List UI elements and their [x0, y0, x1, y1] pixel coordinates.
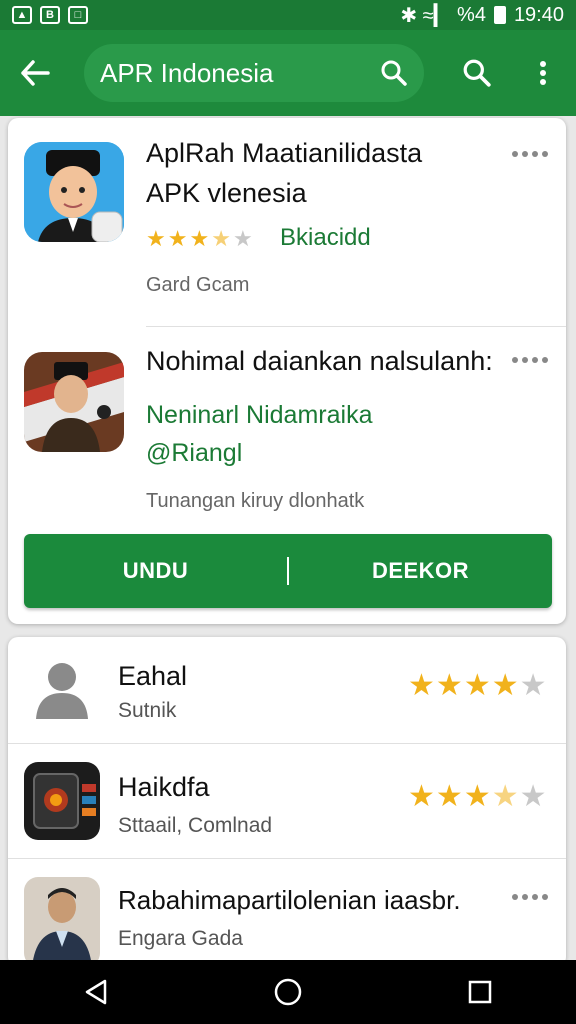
search-icon[interactable]	[380, 59, 408, 87]
more-options-button[interactable]	[510, 144, 550, 164]
star-icon: ★	[408, 780, 435, 813]
app-badge: @Riangl	[146, 439, 243, 467]
dot	[522, 894, 528, 900]
nav-home-icon	[274, 978, 302, 1006]
star-icon: ★	[189, 226, 210, 251]
dot	[542, 151, 548, 157]
app-icon[interactable]	[24, 762, 100, 840]
nav-back-icon	[85, 979, 107, 1005]
person-photo-icon	[24, 877, 100, 967]
search-input[interactable]: APR Indonesia	[84, 44, 424, 102]
app-icon[interactable]	[24, 142, 124, 242]
more-options-button[interactable]	[510, 350, 550, 370]
developer-name: Neninarl Nidamraika	[146, 401, 373, 429]
app-title: AplRah Maatianilidasta	[146, 138, 423, 168]
star-half-icon: ★	[211, 226, 231, 251]
deekor-button[interactable]: DEEKOR	[289, 558, 552, 584]
back-button[interactable]	[0, 30, 70, 116]
rating-stars: ★ ★ ★ ★ ★	[408, 671, 547, 701]
avatar[interactable]	[24, 877, 100, 967]
dot	[532, 894, 538, 900]
dot	[522, 151, 528, 157]
dot	[542, 894, 548, 900]
undu-button[interactable]: UNDU	[24, 558, 287, 584]
dot	[512, 151, 518, 157]
dot	[532, 357, 538, 363]
star-icon: ★	[519, 669, 547, 702]
app-meta: Tunangan kiruy dlonhatk	[146, 490, 365, 512]
battery-percent: %4	[457, 3, 486, 26]
list-item-subtitle: Sttaail, Comlnad	[118, 814, 273, 837]
star-icon: ★	[408, 669, 435, 702]
dot	[542, 357, 548, 363]
star-icon: ★	[232, 226, 253, 251]
person-icon	[36, 663, 88, 719]
app-icon[interactable]	[24, 352, 124, 452]
list-item[interactable]: Eahal Sutnik ★ ★ ★ ★ ★	[8, 637, 566, 743]
list-item-subtitle: Engara Gada	[118, 927, 243, 950]
app-bar: APR Indonesia	[0, 30, 576, 116]
notification-icon: ▲	[12, 6, 32, 24]
star-icon: ★	[463, 669, 491, 702]
more-vert-icon	[540, 58, 546, 88]
app-title: Nohimal daiankan nalsulanh:	[146, 346, 493, 376]
star-half-icon: ★	[491, 780, 519, 813]
list-item-title: Rabahimapartilolenian iaasbr.	[118, 885, 461, 915]
list-item[interactable]: Haikdfa Sttaail, Comlnad ★ ★ ★ ★ ★	[8, 744, 566, 858]
star-icon: ★	[435, 780, 463, 813]
star-icon: ★	[435, 669, 463, 702]
rating-stars: ★ ★ ★ ★ ★	[408, 782, 547, 812]
avatar-icon	[24, 352, 124, 452]
star-icon: ★	[491, 669, 519, 702]
dot	[512, 894, 518, 900]
system-nav-bar	[0, 960, 576, 1024]
result-item[interactable]: AplRah Maatianilidasta APK vlenesia ★ ★ …	[8, 118, 566, 326]
status-bar: ▲ B □ ✱ ≈▎ %4 19:40	[0, 0, 576, 30]
app-meta: Gard Gcam	[146, 274, 250, 296]
nav-home-button[interactable]	[258, 962, 318, 1022]
app-title-line2: APK vlenesia	[146, 178, 307, 208]
result-item[interactable]: Nohimal daiankan nalsulanh: Neninarl Nid…	[8, 326, 566, 526]
nav-back-button[interactable]	[66, 962, 126, 1022]
battery-icon	[493, 6, 506, 24]
developer-name: Bkiacidd	[280, 224, 371, 251]
rating-stars: ★ ★ ★ ★ ★	[146, 228, 253, 250]
list-item-title: Haikdfa	[118, 772, 210, 802]
overflow-menu-button[interactable]	[520, 50, 566, 96]
search-query: APR Indonesia	[100, 57, 274, 88]
back-arrow-icon	[21, 60, 50, 86]
signal-icons: ✱ ≈▎	[400, 4, 450, 27]
dot	[522, 357, 528, 363]
app-logo-icon	[24, 762, 100, 840]
star-icon: ★	[167, 226, 188, 251]
search-icon	[463, 59, 491, 87]
list-item[interactable]: Rabahimapartilolenian iaasbr. Engara Gad…	[8, 859, 566, 967]
dot	[512, 357, 518, 363]
clock: 19:40	[513, 3, 564, 26]
nav-recents-icon	[468, 980, 492, 1004]
star-icon: ★	[463, 780, 491, 813]
avatar-icon	[24, 142, 124, 242]
star-icon: ★	[519, 780, 547, 813]
action-bar: UNDU DEEKOR	[24, 534, 552, 608]
list-item-title: Eahal	[118, 661, 188, 691]
search-results-card: AplRah Maatianilidasta APK vlenesia ★ ★ …	[8, 118, 566, 624]
dot	[532, 151, 538, 157]
search-button[interactable]	[452, 50, 502, 96]
gallery-icon: □	[68, 6, 88, 24]
nav-recents-button[interactable]	[450, 962, 510, 1022]
b-icon: B	[40, 6, 60, 24]
list-item-subtitle: Sutnik	[118, 699, 177, 722]
more-options-button[interactable]	[510, 887, 550, 907]
star-icon: ★	[146, 226, 166, 251]
app-list-card: Eahal Sutnik ★ ★ ★ ★ ★ Haikdfa Sttaail, …	[8, 637, 566, 967]
